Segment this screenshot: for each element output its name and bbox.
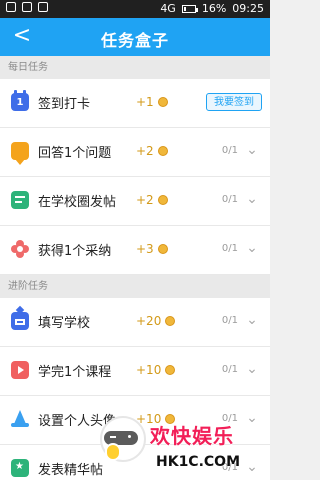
task-label: 回答1个问题 — [38, 146, 112, 161]
chevron-down-icon[interactable]: ⌄ — [244, 312, 260, 328]
task-label: 学完1个课程 — [38, 365, 112, 380]
task-points: +20 — [136, 314, 176, 328]
status-time: 09:25 — [232, 2, 264, 15]
task-progress: 0/1 — [221, 145, 238, 156]
watermark-subtitle: HK1C.COM — [156, 454, 241, 470]
points-value: +2 — [136, 193, 154, 207]
status-bar: 4G 16% 09:25 — [0, 0, 270, 18]
points-value: +3 — [136, 242, 154, 256]
task-progress: 0/1 — [221, 194, 238, 205]
task-progress: 0/1 — [221, 243, 238, 254]
coin-icon — [165, 365, 176, 375]
coin-icon — [157, 195, 168, 205]
task-row-answer[interactable]: 回答1个问题 +2 0/1 ⌄ — [0, 128, 270, 177]
watermark-overlay: 欢快娱乐 HK1C.COM — [98, 414, 270, 480]
battery-percent: 16% — [201, 2, 227, 15]
task-label: 获得1个采纳 — [38, 244, 112, 259]
task-progress: 0/1 — [221, 315, 238, 326]
usb-icon — [6, 2, 16, 12]
checkin-button[interactable]: 我要签到 — [206, 93, 262, 111]
task-row-post[interactable]: 在学校圈发帖 +2 0/1 ⌄ — [0, 177, 270, 226]
task-progress: 0/1 — [221, 364, 238, 375]
hat-brim — [11, 423, 29, 427]
chevron-down-icon[interactable]: ⌄ — [244, 240, 260, 256]
school-icon — [11, 312, 29, 330]
coin-icon — [157, 244, 168, 254]
points-value: +2 — [136, 144, 154, 158]
section-header-advanced: 进阶任务 — [0, 275, 270, 298]
task-points: +10 — [136, 363, 176, 377]
task-points: +2 — [136, 144, 168, 158]
section-header-daily: 每日任务 — [0, 56, 270, 79]
chat-bubble-icon — [11, 142, 29, 165]
android-icon — [22, 2, 32, 12]
task-label: 填写学校 — [38, 316, 91, 331]
flower-center — [17, 246, 23, 252]
hat-cone — [14, 410, 26, 424]
bookmark-star-icon — [11, 459, 29, 477]
status-left-icons — [6, 2, 48, 12]
post-icon — [11, 191, 29, 209]
top-app-bar: < 任务盒子 — [0, 18, 270, 56]
task-points: +1 — [136, 95, 168, 109]
task-row-checkin[interactable]: 1 签到打卡 +1 我要签到 — [0, 79, 270, 128]
battery-icon — [181, 4, 198, 13]
signal-label: 4G — [160, 2, 176, 15]
calendar-day: 1 — [16, 97, 24, 108]
notification-icon — [38, 2, 48, 12]
hand-icon — [105, 443, 121, 461]
calendar-icon: 1 — [11, 90, 29, 111]
task-row-adoption[interactable]: 获得1个采纳 +3 0/1 ⌄ — [0, 226, 270, 275]
task-points: +2 — [136, 193, 168, 207]
points-value: +10 — [136, 363, 162, 377]
flower-icon — [11, 240, 29, 258]
chevron-down-icon[interactable]: ⌄ — [244, 361, 260, 377]
battery-fill — [183, 6, 186, 11]
status-right: 4G 16% 09:25 — [160, 2, 264, 15]
wizard-hat-icon — [11, 410, 29, 428]
points-value: +20 — [136, 314, 162, 328]
coin-icon — [165, 316, 176, 326]
watermark-title: 欢快娱乐 — [150, 424, 234, 448]
chevron-down-icon[interactable]: ⌄ — [244, 142, 260, 158]
task-row-course[interactable]: 学完1个课程 +10 0/1 ⌄ — [0, 347, 270, 396]
task-row-school[interactable]: 填写学校 +20 0/1 ⌄ — [0, 298, 270, 347]
coin-icon — [157, 97, 168, 107]
task-points: +3 — [136, 242, 168, 256]
task-label: 发表精华帖 — [38, 463, 104, 478]
task-label: 签到打卡 — [38, 97, 91, 112]
page-title: 任务盒子 — [100, 31, 169, 50]
task-label: 在学校圈发帖 — [38, 195, 117, 210]
coin-icon — [157, 146, 168, 156]
play-course-icon — [11, 361, 29, 379]
points-value: +1 — [136, 95, 154, 109]
chevron-down-icon[interactable]: ⌄ — [244, 191, 260, 207]
